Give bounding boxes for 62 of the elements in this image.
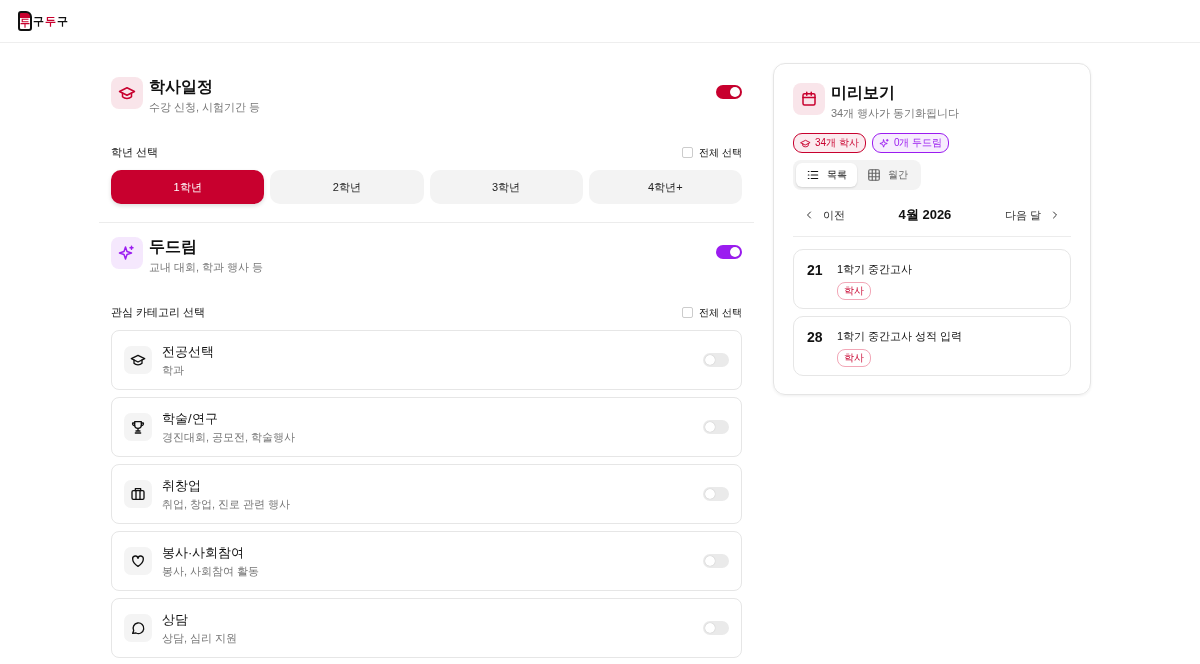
view-tab[interactable]: 목록 <box>796 163 857 187</box>
sparkle-icon <box>878 137 890 149</box>
event-tag: 학사 <box>837 349 871 367</box>
grade-tab[interactable]: 2학년 <box>270 170 424 204</box>
logo-text: 구 <box>33 13 44 29</box>
select-all-label: 전체 선택 <box>699 305 742 320</box>
heart-icon <box>130 553 146 569</box>
preview-subtitle: 34개 행사가 동기화됩니다 <box>831 106 961 121</box>
filter-label: 학년 선택 <box>111 145 159 160</box>
logo-text: 두 <box>45 13 56 29</box>
event-tag: 학사 <box>837 282 871 300</box>
month-label: 4월 2026 <box>898 206 952 224</box>
checkbox[interactable] <box>682 307 694 318</box>
category-subtitle: 경진대회, 공모전, 학술행사 <box>162 429 297 445</box>
sparkle-icon <box>118 244 136 262</box>
toggle-switch[interactable] <box>703 420 729 434</box>
grade-tab[interactable]: 1학년 <box>111 170 265 204</box>
graduation-cap-icon <box>800 137 811 149</box>
section-subtitle: 수강 신청, 시험기간 등 <box>149 100 262 115</box>
checkbox[interactable] <box>682 147 694 158</box>
logo-icon: 두 <box>18 11 32 31</box>
grade-tab[interactable]: 4학년+ <box>588 170 742 204</box>
count-badge: 34개 학사 <box>793 133 866 153</box>
toggle-switch[interactable] <box>703 554 729 568</box>
prev-month-button[interactable]: 이전 <box>803 207 845 223</box>
view-tab[interactable]: 월간 <box>857 163 918 187</box>
preview-title: 미리보기 <box>831 83 896 103</box>
graduation-cap-icon <box>118 84 136 102</box>
chat-bubble-icon <box>130 620 146 636</box>
section-title: 두드림 <box>149 237 198 257</box>
section-title: 학사일정 <box>149 77 214 97</box>
grade-tab[interactable]: 3학년 <box>429 170 583 204</box>
category-subtitle: 봉사, 사회참여 활동 <box>162 563 261 579</box>
graduation-cap-icon <box>130 352 146 368</box>
event-title: 1학기 중간고사 <box>837 262 913 277</box>
category-title: 상담 <box>162 610 189 629</box>
event-day: 28 <box>807 329 825 363</box>
category-title: 전공선택 <box>162 342 215 361</box>
trophy-icon <box>130 419 146 435</box>
event-title: 1학기 중간고사 성적 입력 <box>837 329 963 344</box>
toggle-switch[interactable] <box>703 353 729 367</box>
toggle-switch[interactable] <box>716 245 742 259</box>
filter-label: 관심 카테고리 선택 <box>111 305 206 320</box>
category-subtitle: 상담, 심리 지원 <box>162 630 239 646</box>
grid-icon <box>867 168 881 182</box>
list-icon <box>806 168 820 182</box>
toggle-switch[interactable] <box>703 621 729 635</box>
toggle-switch[interactable] <box>716 85 742 99</box>
category-title: 취창업 <box>162 476 202 495</box>
category-subtitle: 취업, 창업, 진로 관련 행사 <box>162 496 292 512</box>
event-day: 21 <box>807 262 825 296</box>
logo-text: 구 <box>57 13 68 29</box>
calendar-icon <box>800 90 818 108</box>
category-title: 봉사·사회참여 <box>162 543 246 562</box>
section-subtitle: 교내 대회, 학과 행사 등 <box>149 260 265 275</box>
category-title: 학술/연구 <box>162 409 219 428</box>
count-badge: 0개 두드림 <box>871 133 950 153</box>
next-month-button[interactable]: 다음 달 <box>1004 207 1061 223</box>
select-all-label: 전체 선택 <box>699 145 742 160</box>
category-subtitle: 학과 <box>162 362 185 378</box>
toggle-switch[interactable] <box>703 487 729 501</box>
briefcase-icon <box>130 486 146 502</box>
